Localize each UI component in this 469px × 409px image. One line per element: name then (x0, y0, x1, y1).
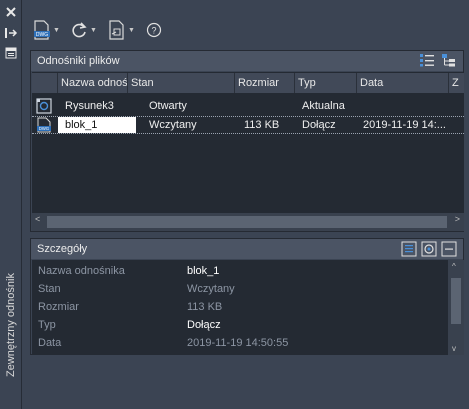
scroll-down-icon[interactable]: v (452, 344, 456, 353)
file-references-table: Nazwa odnośnika Stan Rozmiar Typ Data Z … (32, 72, 464, 218)
reference-status: Otwarty (149, 100, 187, 112)
table-header: Nazwa odnośnika Stan Rozmiar Typ Data Z (32, 73, 464, 93)
vertical-scrollbar[interactable]: ^ v (448, 260, 464, 355)
column-header-type[interactable]: Typ (295, 73, 357, 93)
scrollbar-thumb[interactable] (47, 216, 447, 228)
reference-name: Rysunek3 (65, 100, 114, 112)
column-header-path[interactable]: Z (449, 73, 464, 93)
drawing-icon (36, 98, 54, 114)
detail-value: 113 KB (187, 301, 223, 313)
detail-label: Rozmiar (38, 301, 79, 313)
change-path-button[interactable]: ▼ (108, 20, 135, 40)
detail-value: Wczytany (187, 283, 235, 295)
file-references-header: Odnośniki plików (31, 51, 463, 71)
reference-type: Aktualna (302, 100, 345, 112)
scroll-right-icon[interactable]: > (455, 214, 460, 224)
reference-date: 2019-11-19 14:... (363, 119, 446, 131)
palette-title: Zewnętrzny odnośnik (0, 255, 22, 395)
chevron-down-icon[interactable]: ▼ (90, 27, 97, 34)
refresh-icon (72, 22, 87, 38)
properties-icon[interactable] (2, 45, 20, 61)
details-table: Nazwa odnośnika blok_1 Stan Wczytany Roz… (32, 260, 464, 355)
file-references-panel: Odnośniki plików Nazwa odnośnika (30, 50, 464, 232)
chevron-down-icon[interactable]: ▼ (53, 27, 60, 34)
detail-value[interactable]: blok_1 (187, 265, 219, 277)
change-path-icon (109, 20, 124, 40)
horizontal-scrollbar[interactable]: < > (32, 213, 464, 231)
detail-label: Stan (38, 283, 61, 295)
detail-label: Data (38, 337, 62, 349)
help-button[interactable]: ? (146, 20, 162, 40)
scroll-up-icon[interactable]: ^ (452, 262, 456, 271)
detail-label: Nazwa odnośnika (38, 265, 125, 277)
svg-text:?: ? (151, 26, 156, 36)
dwg-attach-icon: DWG (34, 20, 50, 40)
attach-dwg-button[interactable]: DWG ▼ (33, 20, 60, 40)
table-row-selected[interactable]: DWG blok_1 Wczytany 113 KB Dołącz 2019-1… (32, 116, 464, 134)
detail-value: 2019-11-19 14:50:55 (187, 337, 289, 349)
details-panel: Szczegóły Nazwa odnośnika blok_1 Stan Wc… (30, 238, 464, 355)
scrollbar-thumb[interactable] (451, 278, 461, 324)
list-view-icon[interactable] (419, 53, 435, 67)
auto-hide-icon[interactable] (2, 25, 20, 41)
details-header: Szczegóły (31, 239, 463, 259)
palette-side-bar: Zewnętrzny odnośnik (0, 0, 22, 409)
collapse-icon[interactable] (441, 241, 457, 257)
column-header-name[interactable]: Nazwa odnośnika (58, 73, 128, 93)
svg-text:DWG: DWG (36, 32, 48, 38)
reference-status: Wczytany (149, 119, 197, 131)
chevron-down-icon[interactable]: ▼ (128, 27, 135, 34)
xref-palette: DWG ▼ ▼ ▼ ? Odnośniki plików Nazwa odnoś… (22, 0, 469, 409)
help-icon: ? (146, 22, 162, 38)
panel-title: Szczegóły (37, 243, 88, 255)
icon-column-header[interactable] (32, 73, 58, 93)
refresh-button[interactable]: ▼ (70, 20, 97, 40)
table-row[interactable]: Rysunek3 Otwarty Aktualna (32, 97, 464, 115)
palette-title-text: Zewnętrzny odnośnik (5, 273, 18, 377)
details-view-icon[interactable] (401, 241, 417, 257)
reference-type: Dołącz (302, 119, 336, 131)
detail-label: Typ (38, 319, 56, 331)
reference-size: 113 KB (244, 119, 280, 131)
scroll-left-icon[interactable]: < (35, 214, 40, 224)
close-icon[interactable] (2, 4, 20, 20)
toolbar: DWG ▼ ▼ ▼ ? (22, 0, 469, 46)
reference-date (363, 97, 449, 115)
panel-title: Odnośniki plików (37, 55, 120, 67)
tree-view-icon[interactable] (441, 53, 457, 67)
detail-value[interactable]: Dołącz (187, 319, 221, 331)
reference-name[interactable]: blok_1 (58, 117, 136, 133)
column-header-status[interactable]: Stan (128, 73, 235, 93)
reference-size (244, 97, 294, 115)
svg-text:DWG: DWG (39, 126, 49, 131)
dwg-file-icon: DWG (36, 117, 54, 133)
column-header-size[interactable]: Rozmiar (235, 73, 295, 93)
preview-icon[interactable] (421, 241, 437, 257)
column-header-date[interactable]: Data (357, 73, 449, 93)
